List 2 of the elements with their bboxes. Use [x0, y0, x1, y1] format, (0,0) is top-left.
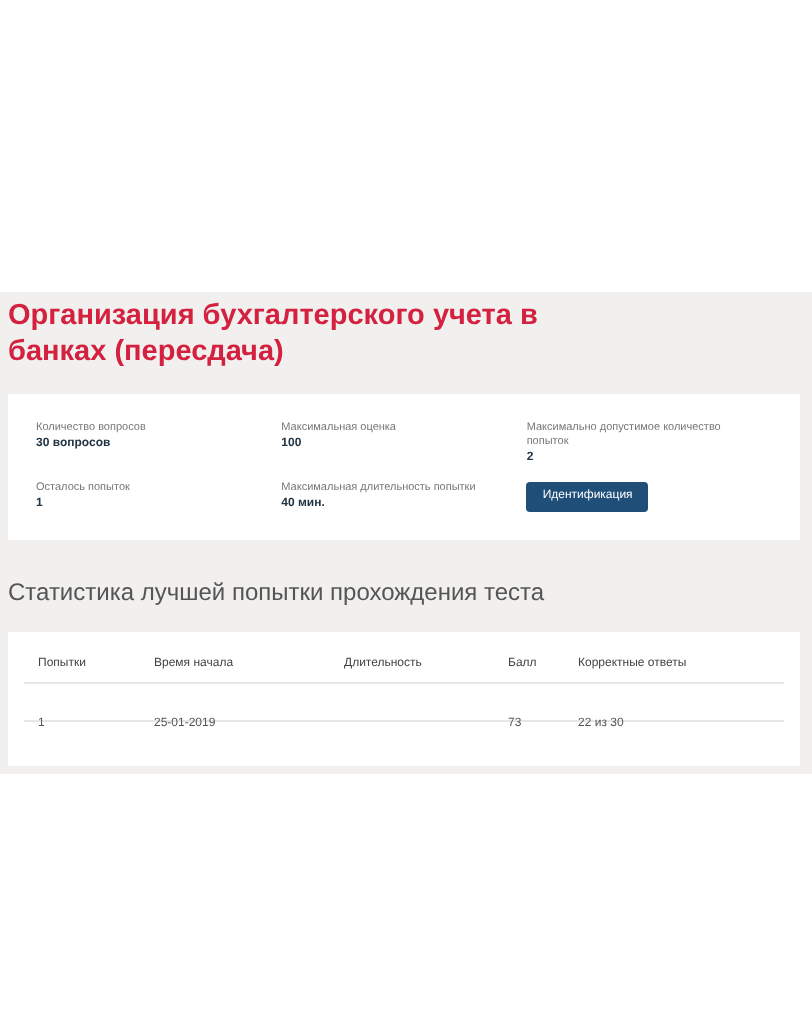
section-heading: Статистика лучшей попытки прохождения теста — [8, 576, 547, 608]
page-title: Организация бухгалтерского учета в банках (пересдача) — [8, 298, 540, 370]
